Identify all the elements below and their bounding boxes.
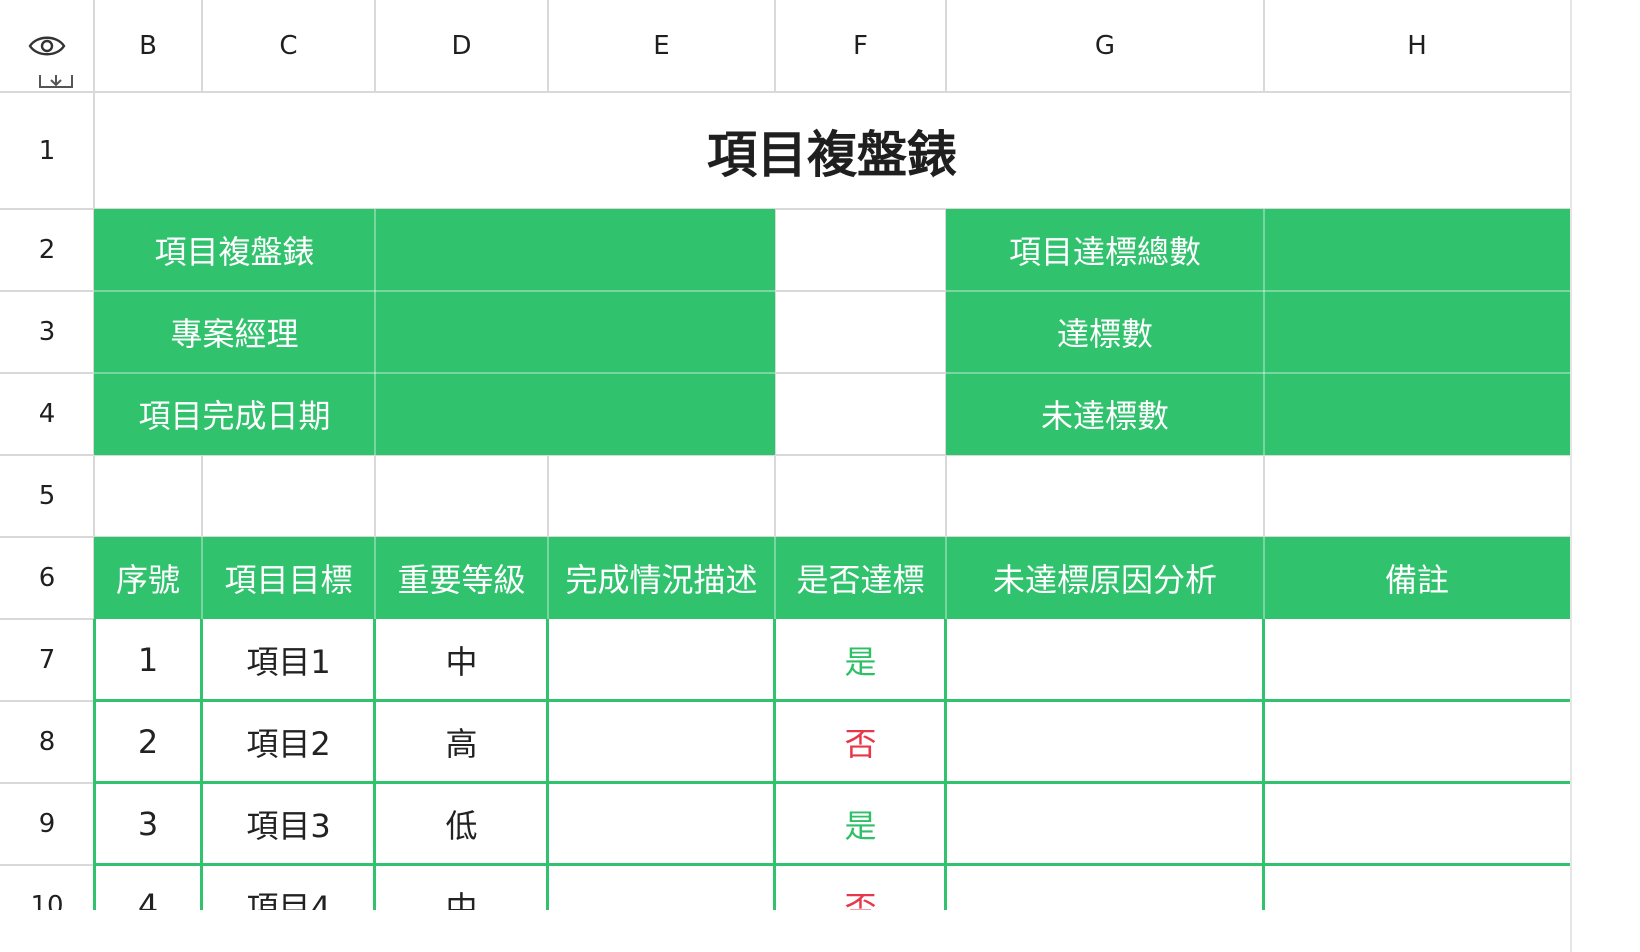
table-cell-level[interactable]: 中 xyxy=(375,619,548,701)
table-cell-description[interactable] xyxy=(548,619,775,701)
table-cell-description[interactable] xyxy=(548,783,775,865)
table-header-notes[interactable]: 備註 xyxy=(1264,537,1570,619)
sheet-title[interactable]: 項目複盤錶 xyxy=(94,92,1570,209)
spreadsheet: B C D E F G H 1 2 3 4 5 6 7 8 9 10 項目複盤錶… xyxy=(0,0,1640,952)
info-value-project-manager[interactable] xyxy=(375,291,775,373)
table-cell-goal[interactable]: 項目1 xyxy=(202,619,375,701)
table-cell-level[interactable]: 高 xyxy=(375,701,548,783)
table-cell-notes[interactable] xyxy=(1264,619,1570,701)
column-header-b[interactable]: B xyxy=(94,0,202,92)
table-cell-notes[interactable] xyxy=(1264,783,1570,865)
column-header-e[interactable]: E xyxy=(548,0,775,92)
info-value-completion-date[interactable] xyxy=(375,373,775,455)
table-cell-notes[interactable] xyxy=(1264,701,1570,783)
viewport-bottom-edge xyxy=(0,910,1640,952)
table-cell-status-no[interactable]: 否 xyxy=(775,701,946,783)
table-header-index[interactable]: 序號 xyxy=(94,537,202,619)
row-header-5[interactable]: 5 xyxy=(0,455,94,537)
table-header-reason[interactable]: 未達標原因分析 xyxy=(946,537,1264,619)
table-cell-goal[interactable]: 項目3 xyxy=(202,783,375,865)
table-header-goal[interactable]: 項目目標 xyxy=(202,537,375,619)
row-header-3[interactable]: 3 xyxy=(0,291,94,373)
column-header-d[interactable]: D xyxy=(375,0,548,92)
info-value-total-targets[interactable] xyxy=(1264,209,1570,291)
table-header-description[interactable]: 完成情況描述 xyxy=(548,537,775,619)
table-header-status[interactable]: 是否達標 xyxy=(775,537,946,619)
table-cell-reason[interactable] xyxy=(946,701,1264,783)
column-header-f[interactable]: F xyxy=(775,0,946,92)
info-label-completion-date[interactable]: 項目完成日期 xyxy=(94,373,375,455)
info-value-met-count[interactable] xyxy=(1264,291,1570,373)
table-cell-reason[interactable] xyxy=(946,619,1264,701)
info-label-project-manager[interactable]: 專案經理 xyxy=(94,291,375,373)
table-cell-reason[interactable] xyxy=(946,783,1264,865)
table-cell-level[interactable]: 低 xyxy=(375,783,548,865)
table-cell-goal[interactable]: 項目2 xyxy=(202,701,375,783)
table-cell-index[interactable]: 1 xyxy=(94,619,202,701)
row-header-4[interactable]: 4 xyxy=(0,373,94,455)
column-header-h[interactable]: H xyxy=(1264,0,1570,92)
row-header-6[interactable]: 6 xyxy=(0,537,94,619)
table-cell-index[interactable]: 3 xyxy=(94,783,202,865)
info-label-unmet-count[interactable]: 未達標數 xyxy=(946,373,1264,455)
info-value-unmet-count[interactable] xyxy=(1264,373,1570,455)
table-header-level[interactable]: 重要等級 xyxy=(375,537,548,619)
row-header-1[interactable]: 1 xyxy=(0,92,94,209)
info-label-review-sheet[interactable]: 項目複盤錶 xyxy=(94,209,375,291)
row-header-7[interactable]: 7 xyxy=(0,619,94,701)
column-header-c[interactable]: C xyxy=(202,0,375,92)
info-label-total-targets[interactable]: 項目達標總數 xyxy=(946,209,1264,291)
row-header-2[interactable]: 2 xyxy=(0,209,94,291)
info-label-met-count[interactable]: 達標數 xyxy=(946,291,1264,373)
info-value-review-sheet[interactable] xyxy=(375,209,775,291)
table-cell-status-yes[interactable]: 是 xyxy=(775,619,946,701)
row-header-9[interactable]: 9 xyxy=(0,783,94,865)
column-header-g[interactable]: G xyxy=(946,0,1264,92)
table-cell-index[interactable]: 2 xyxy=(94,701,202,783)
table-cell-status-yes[interactable]: 是 xyxy=(775,783,946,865)
viewport-right-edge xyxy=(1570,0,1640,952)
table-cell-description[interactable] xyxy=(548,701,775,783)
row-header-8[interactable]: 8 xyxy=(0,701,94,783)
